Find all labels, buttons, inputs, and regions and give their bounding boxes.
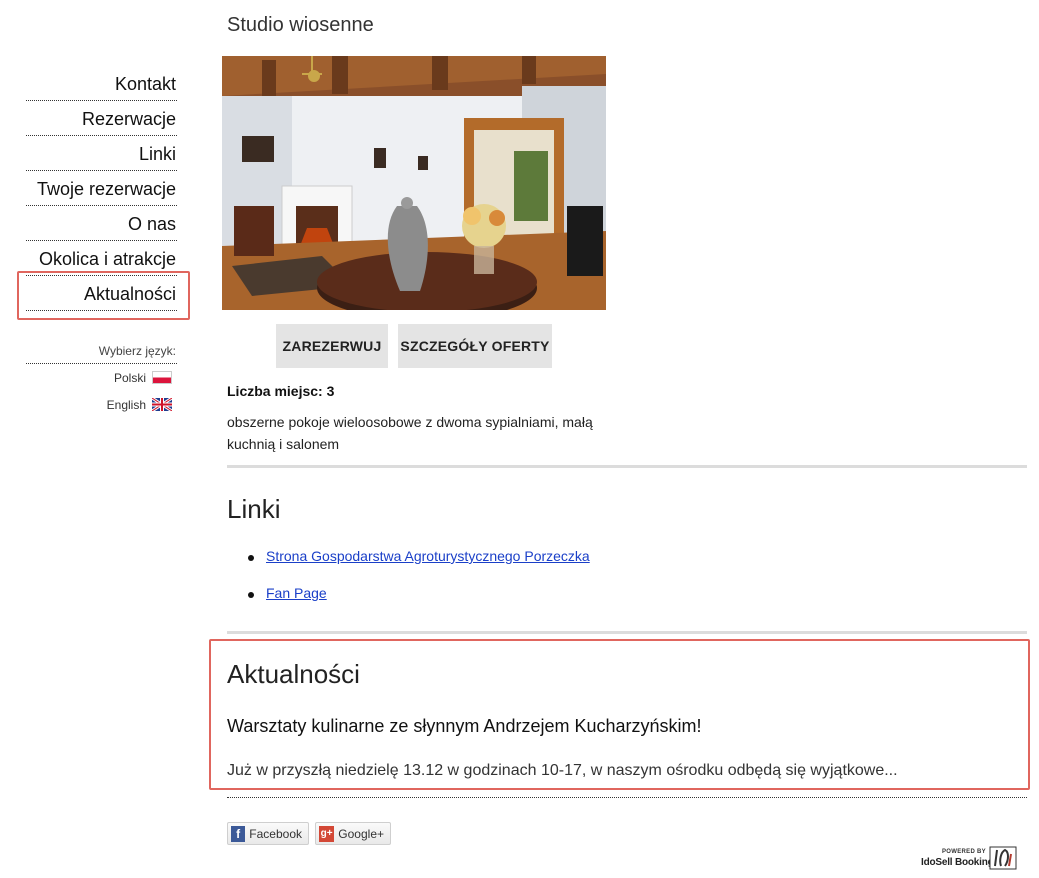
language-option-label[interactable]: English [107,398,146,412]
link-porzeczka[interactable]: Strona Gospodarstwa Agroturystycznego Po… [266,548,590,564]
room-photo[interactable] [222,56,606,310]
list-item: Strona Gospodarstwa Agroturystycznego Po… [248,548,590,585]
dotted-divider [227,797,1027,798]
room-description: obszerne pokoje wieloosobowe z dwoma syp… [227,414,593,452]
highlight-box-nav [17,271,190,320]
language-option-label[interactable]: Polski [114,371,146,385]
reserve-button[interactable]: ZAREZERWUJ [276,324,388,368]
section-divider [227,631,1027,634]
list-item: Fan Page [248,585,590,622]
capacity-label: Liczba miejsc: [227,383,323,399]
sidebar-item-o-nas[interactable]: O nas [26,206,177,241]
language-option-polski[interactable]: Polski [26,364,177,391]
powered-by-label: POWERED BY [941,849,986,855]
links-list: Strona Gospodarstwa Agroturystycznego Po… [248,548,590,622]
language-option-english[interactable]: English [26,391,177,418]
sidebar-item-linki[interactable]: Linki [26,136,177,171]
idosell-logo-icon [989,846,1017,870]
sidebar-item-rezerwacje[interactable]: Rezerwacje [26,101,177,136]
facebook-icon: f [231,825,246,842]
sidebar-item-twoje-rezerwacje[interactable]: Twoje rezerwacje [26,171,177,206]
capacity-value: 3 [326,383,335,399]
facebook-share-button[interactable]: f Facebook [227,822,309,845]
googleplus-label: Google+ [338,826,384,841]
sidebar-item-kontakt[interactable]: Kontakt [26,66,177,101]
offer-details-button[interactable]: SZCZEGÓŁY OFERTY [398,324,552,368]
powered-by-badge[interactable]: POWERED BY IdoSell Booking [921,846,1019,872]
facebook-label: Facebook [249,826,302,841]
googleplus-icon: g+ [319,825,335,842]
capacity: Liczba miejsc: 3 [227,383,334,399]
highlight-box-news [209,639,1030,790]
room-title: Studio wiosenne [227,14,374,36]
language-label: Wybierz język: [26,340,177,364]
language-selector: Wybierz język: Polski English [26,340,177,418]
link-fan-page[interactable]: Fan Page [266,585,327,601]
poland-flag-icon[interactable] [152,371,172,384]
uk-flag-icon[interactable] [152,398,172,411]
googleplus-share-button[interactable]: g+ Google+ [315,822,391,845]
powered-by-brand: IdoSell Booking [921,857,994,868]
links-section-title: Linki [227,494,281,524]
section-divider [227,465,1027,468]
